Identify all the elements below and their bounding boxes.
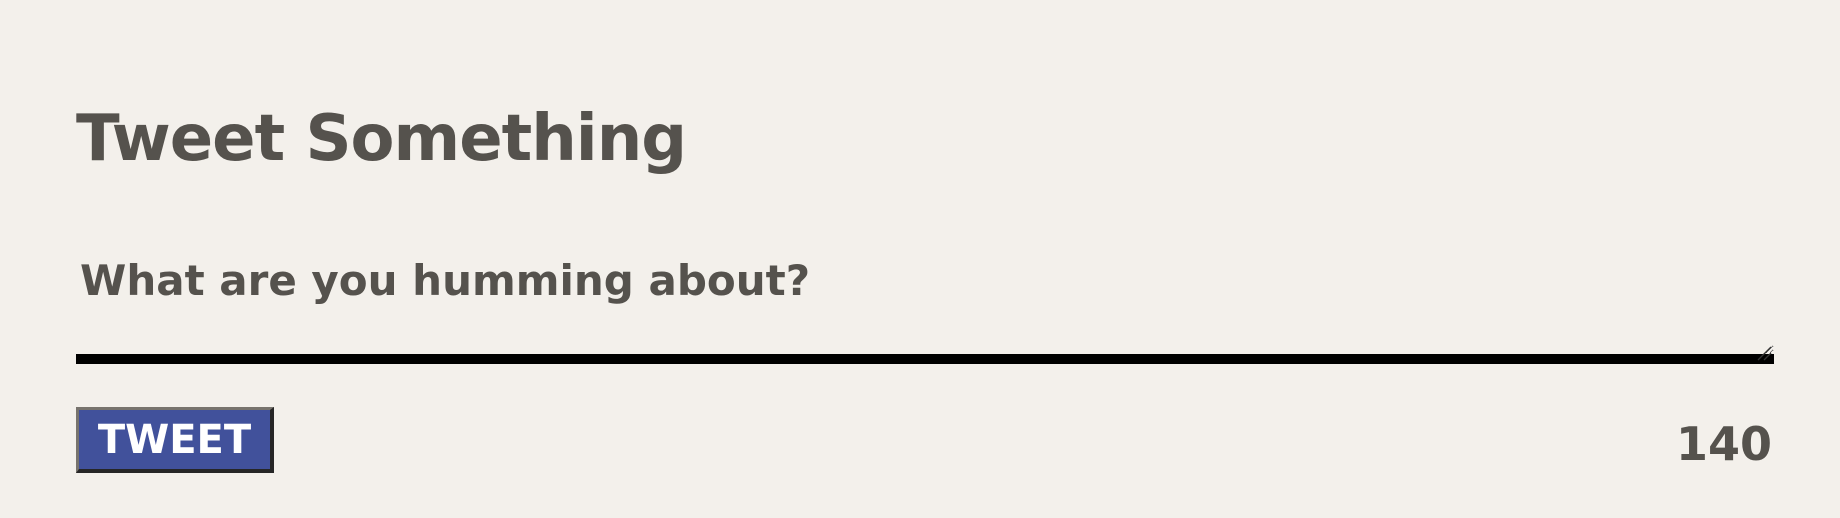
page-title: Tweet Something [76,102,687,176]
tweet-button[interactable]: TWEET [76,407,274,473]
tweet-input[interactable] [76,246,1774,364]
resize-handle-icon[interactable] [1757,346,1772,361]
character-counter: 140 [1675,417,1772,471]
tweet-composer: Tweet Something TWEET 140 [76,0,1774,518]
